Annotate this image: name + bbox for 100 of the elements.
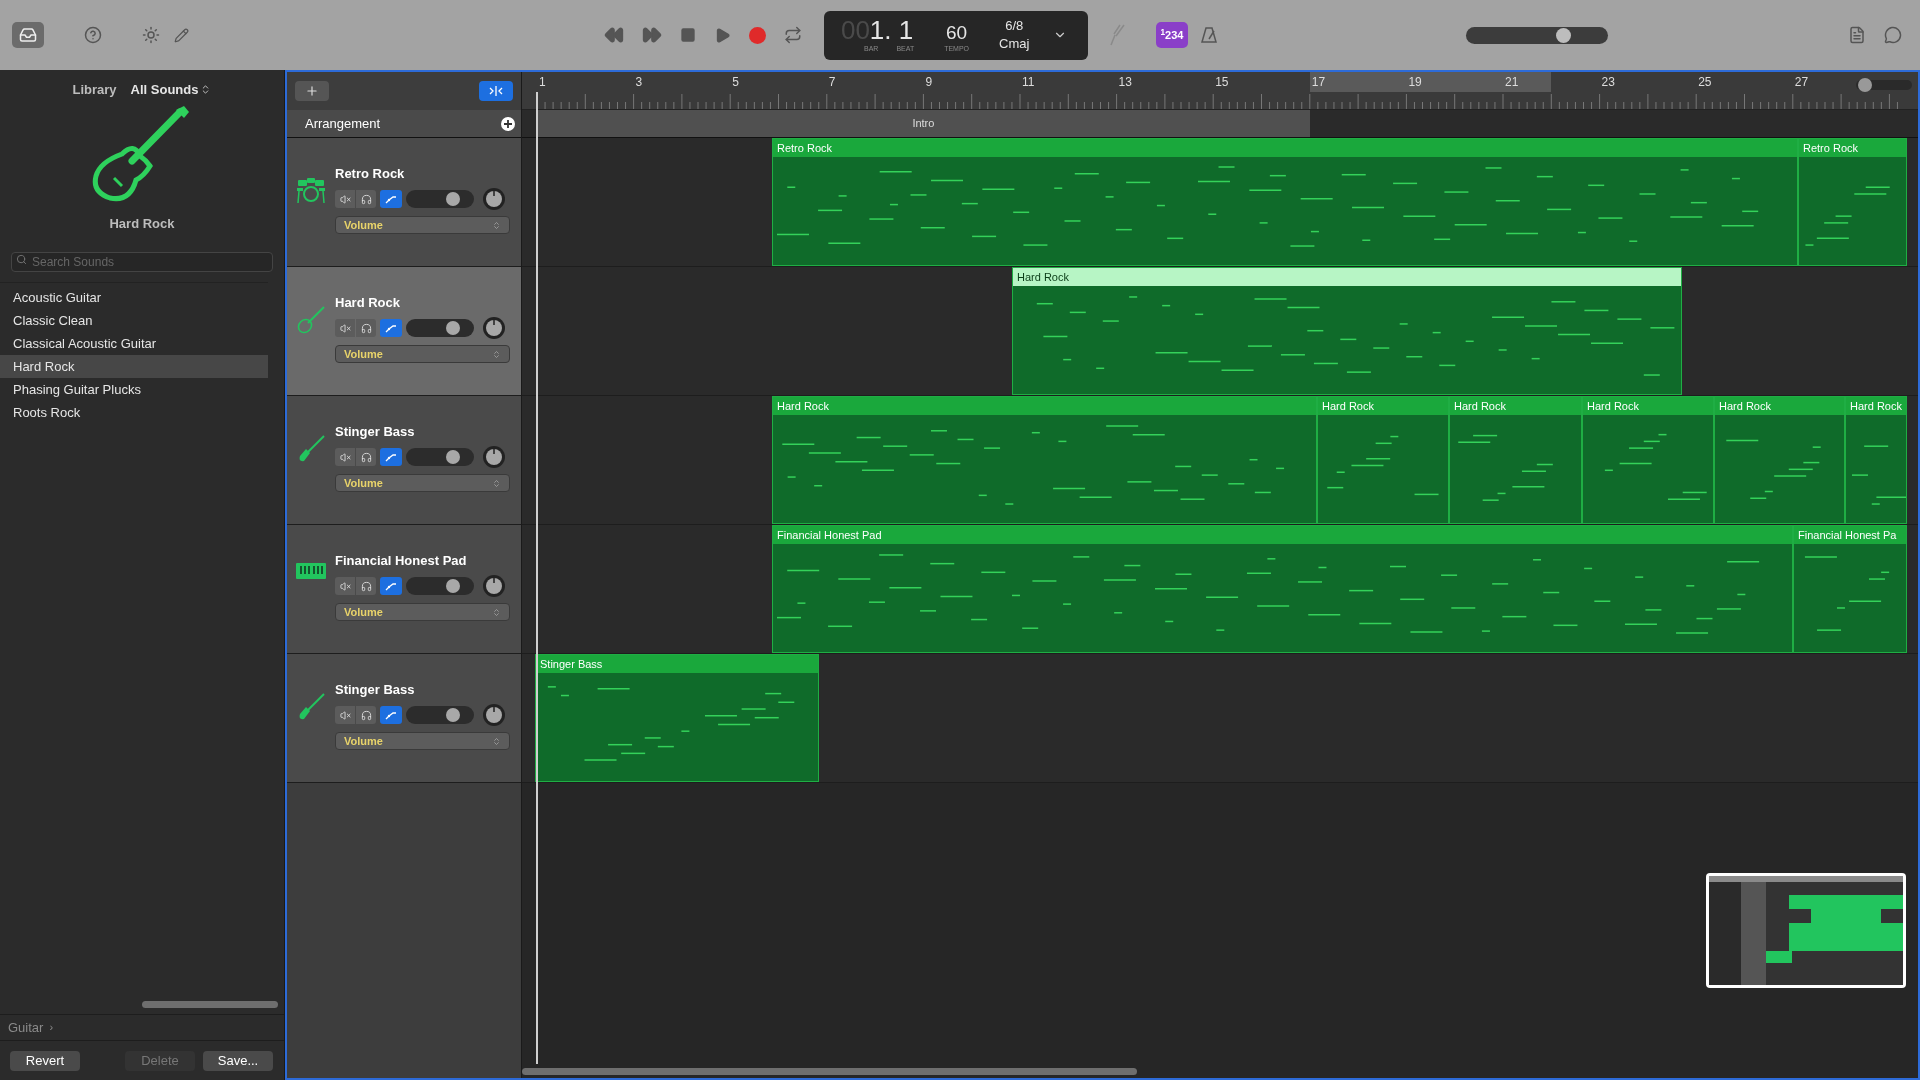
sounds-filter-dropdown[interactable]: All Sounds (130, 80, 212, 100)
midi-region[interactable]: Financial Honest Pa (1793, 525, 1907, 653)
midi-region[interactable]: Hard Rock (1449, 396, 1582, 524)
scrollbar[interactable] (142, 1001, 278, 1008)
cycle-button[interactable] (784, 26, 802, 44)
mute-button[interactable] (335, 577, 355, 595)
automation-button[interactable] (380, 706, 402, 724)
midi-region[interactable]: Hard Rock (772, 396, 1317, 524)
midi-region[interactable]: Retro Rock (772, 138, 1798, 266)
library-button[interactable] (12, 22, 44, 48)
solo-button[interactable] (356, 448, 376, 466)
midi-region[interactable]: Hard Rock (1012, 267, 1682, 395)
track-name: Stinger Bass (335, 424, 416, 440)
track-header[interactable]: Retro Rock Volume (287, 138, 521, 267)
add-section-icon[interactable] (501, 116, 515, 131)
notepad-button[interactable] (1848, 26, 1866, 44)
mute-icon (339, 580, 351, 592)
guitar-icon (92, 105, 192, 204)
midi-region[interactable]: Hard Rock (1582, 396, 1714, 524)
pencil-icon (174, 27, 189, 43)
scrollbar[interactable] (522, 1067, 1137, 1075)
fast-forward-icon (642, 25, 662, 45)
automation-dropdown[interactable]: Volume (335, 216, 510, 234)
mute-button[interactable] (335, 190, 355, 208)
region-label: Hard Rock (1587, 398, 1639, 414)
mute-icon (339, 193, 351, 205)
sound-list-item[interactable]: Classical Acoustic Guitar (0, 332, 268, 355)
library-title: Library (72, 81, 117, 99)
slider-thumb[interactable] (445, 321, 460, 335)
track-header[interactable]: Financial Honest Pad Volume (287, 525, 521, 654)
help-button[interactable] (84, 26, 102, 44)
pan-knob[interactable] (482, 187, 506, 211)
footer-button[interactable]: Revert (10, 1050, 80, 1071)
midi-region[interactable]: Stinger Bass (535, 654, 819, 782)
automation-button[interactable] (380, 190, 402, 208)
footer-button[interactable]: Save... (203, 1050, 273, 1071)
sound-list-item[interactable]: Classic Clean (0, 309, 268, 332)
smart-controls-button[interactable] (142, 26, 160, 44)
pan-knob[interactable] (482, 574, 506, 598)
patch-name: Hard Rock (108, 214, 176, 233)
cycle-region[interactable] (1309, 72, 1552, 92)
midi-region[interactable]: Retro Rock (1798, 138, 1907, 266)
bar-number: 7 (828, 74, 836, 91)
mute-button[interactable] (335, 706, 355, 724)
slider-thumb[interactable] (1555, 27, 1571, 43)
zoom-slider[interactable] (1856, 80, 1912, 90)
fast-forward-button[interactable] (642, 25, 662, 45)
midi-region[interactable]: Hard Rock (1317, 396, 1449, 524)
loops-button[interactable] (1884, 26, 1902, 44)
automation-button[interactable] (380, 319, 402, 337)
track-header[interactable]: Stinger Bass Volume (287, 654, 521, 783)
automation-dropdown[interactable]: Volume (335, 732, 510, 750)
play-button[interactable] (714, 26, 731, 44)
solo-button[interactable] (356, 706, 376, 724)
track-name: Financial Honest Pad (335, 553, 468, 569)
slider-thumb[interactable] (1857, 78, 1872, 92)
editors-button[interactable] (174, 27, 189, 43)
solo-button[interactable] (356, 319, 376, 337)
volume-slider[interactable] (406, 706, 474, 724)
sound-list-item[interactable]: Hard Rock (0, 355, 268, 378)
catch-playhead-button[interactable] (479, 81, 513, 101)
metronome-icon[interactable] (1200, 26, 1218, 44)
add-track-button[interactable] (295, 81, 329, 101)
arrangement-section[interactable]: Intro (537, 110, 1310, 137)
automation-button[interactable] (380, 577, 402, 595)
track-header[interactable]: Hard Rock Volume (287, 267, 521, 396)
automation-button[interactable] (380, 448, 402, 466)
automation-dropdown[interactable]: Volume (335, 603, 510, 621)
volume-slider[interactable] (406, 448, 474, 466)
volume-slider[interactable] (406, 319, 474, 337)
rewind-button[interactable] (604, 25, 624, 45)
breadcrumb[interactable]: Guitar (8, 1017, 44, 1038)
mute-button[interactable] (335, 448, 355, 466)
slider-thumb[interactable] (445, 579, 460, 593)
midi-region[interactable]: Financial Honest Pad (772, 525, 1793, 653)
mute-button[interactable] (335, 319, 355, 337)
ruler[interactable]: 1 3 5 7 9 11 13 15 17 19 21 23 25 27 (522, 72, 1918, 110)
sound-list-item[interactable]: Roots Rock (0, 401, 268, 424)
track-header[interactable]: Stinger Bass Volume (287, 396, 521, 525)
pan-knob[interactable] (482, 703, 506, 727)
volume-slider[interactable] (406, 190, 474, 208)
slider-thumb[interactable] (445, 450, 460, 464)
search-field[interactable]: Search Sounds (11, 252, 273, 272)
sound-list-item[interactable]: Acoustic Guitar (0, 286, 268, 309)
pan-knob[interactable] (482, 316, 506, 340)
slider-thumb[interactable] (445, 708, 460, 722)
stop-button[interactable] (680, 27, 696, 43)
master-volume-slider[interactable] (1466, 26, 1608, 44)
count-in-button[interactable]: $^{1}$234 (1156, 22, 1188, 48)
midi-region[interactable]: Hard Rock (1845, 396, 1907, 524)
solo-button[interactable] (356, 577, 376, 595)
midi-region[interactable]: Hard Rock (1714, 396, 1845, 524)
solo-button[interactable] (356, 190, 376, 208)
slider-thumb[interactable] (445, 192, 460, 206)
automation-dropdown[interactable]: Volume (335, 345, 510, 363)
pan-knob[interactable] (482, 445, 506, 469)
automation-dropdown[interactable]: Volume (335, 474, 510, 492)
volume-slider[interactable] (406, 577, 474, 595)
navigator-preview[interactable] (1706, 873, 1906, 988)
sound-list-item[interactable]: Phasing Guitar Plucks (0, 378, 268, 401)
